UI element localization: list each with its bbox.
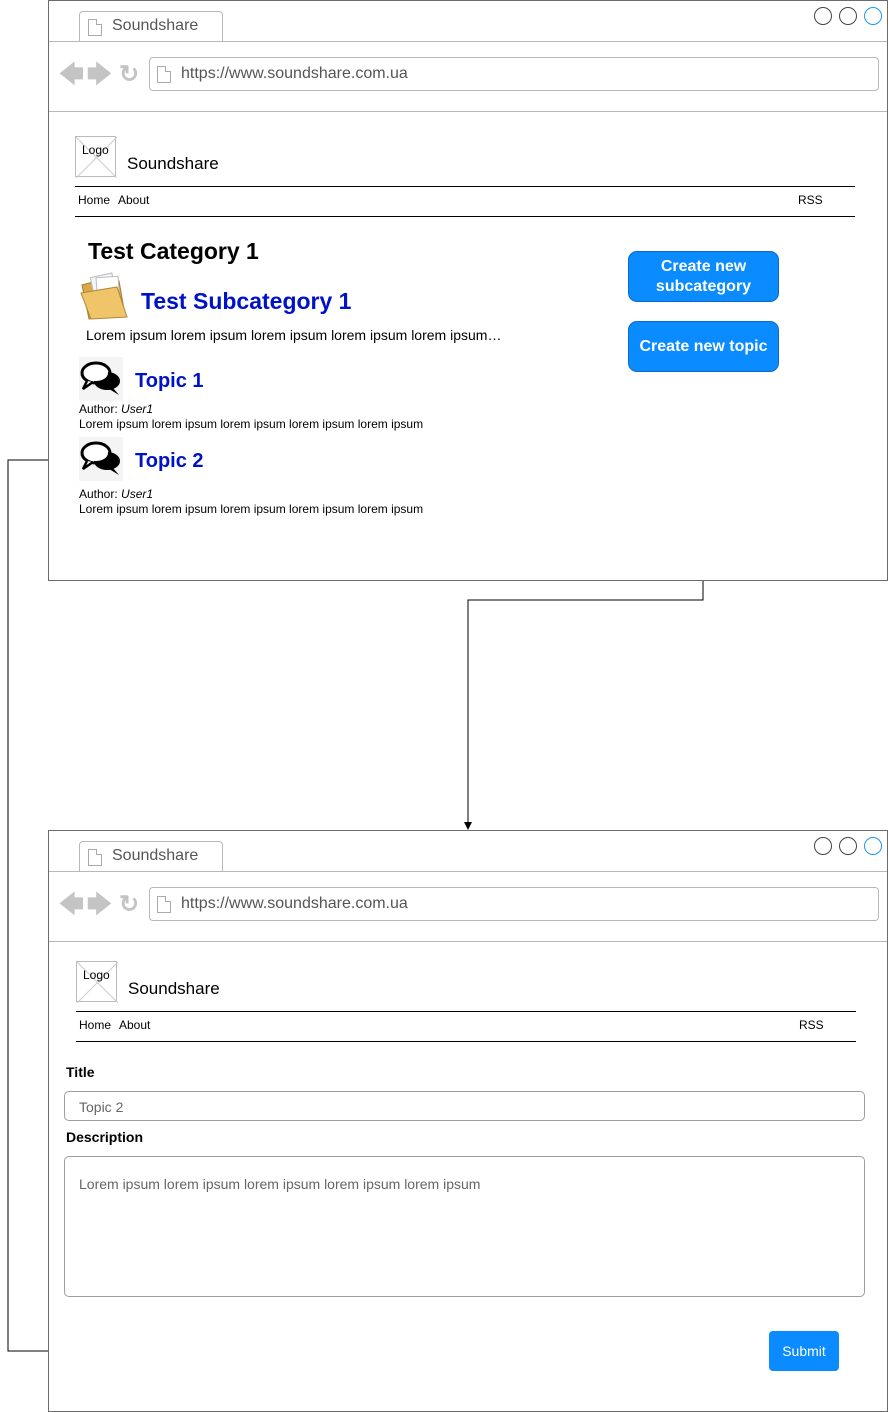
tab-title: Soundshare	[112, 17, 199, 34]
browser-tab[interactable]: Soundshare	[79, 11, 223, 41]
topic-2-author: Author: User1	[79, 487, 153, 501]
header-rule-bottom	[76, 1041, 856, 1042]
toolbar-divider	[49, 111, 887, 112]
address-bar[interactable]: https://www.soundshare.com.ua	[149, 57, 879, 91]
window-minimize-button[interactable]	[814, 7, 832, 25]
tab-bar-divider	[49, 871, 887, 872]
nav-about-link[interactable]: About	[119, 1018, 150, 1032]
site-name: Soundshare	[128, 979, 220, 998]
topic-2-text: Lorem ipsum lorem ipsum lorem ipsum lore…	[79, 502, 424, 516]
subcategory-description: Lorem ipsum lorem ipsum lorem ipsum lore…	[86, 327, 502, 343]
window-maximize-button[interactable]	[839, 7, 857, 25]
window-maximize-button[interactable]	[839, 837, 857, 855]
page-icon	[88, 849, 102, 866]
toolbar-divider	[49, 941, 887, 942]
page-icon	[157, 896, 171, 913]
header-rule-top	[75, 186, 855, 187]
submit-button[interactable]: Submit	[769, 1331, 839, 1371]
reload-icon[interactable]: ↻	[119, 893, 139, 917]
folder-icon	[79, 271, 129, 321]
create-subcategory-label-line2: subcategory	[655, 277, 752, 295]
address-bar[interactable]: https://www.soundshare.com.ua	[149, 887, 879, 921]
url-text: https://www.soundshare.com.ua	[181, 895, 408, 912]
tab-bar-divider	[49, 41, 887, 42]
topic-1-author: Author: User1	[79, 402, 153, 416]
reload-icon[interactable]: ↻	[119, 63, 139, 87]
title-label: Title	[66, 1064, 95, 1080]
page-icon	[157, 66, 171, 83]
browser-tab[interactable]: Soundshare	[79, 841, 223, 871]
logo-text: Logo	[83, 968, 110, 982]
url-text: https://www.soundshare.com.ua	[181, 65, 408, 82]
topic-2-title-link[interactable]: Topic 2	[135, 450, 204, 473]
create-topic-button[interactable]: Create new topic	[628, 321, 779, 372]
nav-home-link[interactable]: Home	[79, 1018, 111, 1032]
category-title: Test Category 1	[88, 238, 259, 264]
page-icon	[88, 19, 102, 36]
window-minimize-button[interactable]	[814, 837, 832, 855]
logo-image: Logo	[76, 961, 118, 1003]
browser-window-topic-list: Soundshare 🡄 🡆 ↻ https://www.soundshare.…	[48, 0, 888, 581]
author-name: User1	[121, 487, 154, 501]
chat-bubbles-icon	[79, 357, 123, 401]
chat-bubbles-icon	[79, 437, 123, 481]
window-close-button[interactable]	[864, 7, 882, 25]
description-textarea[interactable]: Lorem ipsum lorem ipsum lorem ipsum lore…	[64, 1156, 865, 1297]
back-arrow-icon[interactable]: 🡄	[59, 63, 84, 87]
browser-window-new-topic-form: Soundshare 🡄 🡆 ↻ https://www.soundshare.…	[48, 830, 888, 1412]
create-subcategory-label-line1: Create new	[660, 257, 747, 275]
nav-about-link[interactable]: About	[118, 193, 149, 207]
forward-arrow-icon[interactable]: 🡆	[87, 893, 112, 917]
topic-1-text: Lorem ipsum lorem ipsum lorem ipsum lore…	[79, 417, 424, 431]
description-textarea-value: Lorem ipsum lorem ipsum lorem ipsum lore…	[79, 1176, 481, 1192]
subcategory-title-link[interactable]: Test Subcategory 1	[141, 288, 351, 315]
header-rule-top	[76, 1011, 856, 1012]
back-arrow-icon[interactable]: 🡄	[59, 893, 84, 917]
title-input[interactable]: Topic 2	[64, 1091, 865, 1121]
nav-rss-link[interactable]: RSS	[799, 1018, 824, 1032]
title-input-value: Topic 2	[79, 1099, 124, 1115]
nav-home-link[interactable]: Home	[78, 193, 110, 207]
logo-text: Logo	[82, 143, 109, 157]
window-close-button[interactable]	[864, 837, 882, 855]
nav-rss-link[interactable]: RSS	[798, 193, 823, 207]
forward-arrow-icon[interactable]: 🡆	[87, 63, 112, 87]
logo-image: Logo	[75, 136, 117, 178]
site-name: Soundshare	[127, 154, 219, 173]
header-rule-bottom	[75, 216, 855, 217]
topic-1-title-link[interactable]: Topic 1	[135, 370, 204, 393]
description-label: Description	[66, 1129, 144, 1145]
author-label: Author:	[79, 487, 118, 501]
author-name: User1	[121, 402, 154, 416]
tab-title: Soundshare	[112, 847, 199, 864]
author-label: Author:	[79, 402, 118, 416]
create-subcategory-button[interactable]: Create new subcategory	[628, 251, 779, 302]
